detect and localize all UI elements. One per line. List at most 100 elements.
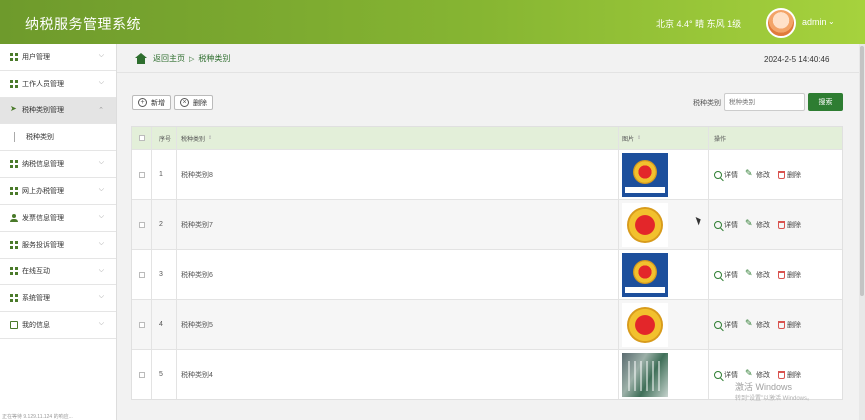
chevron-down-icon: ⌵: [98, 78, 104, 86]
detail-button[interactable]: 详情: [714, 320, 738, 330]
chevron-up-icon: ⌃: [98, 106, 104, 114]
sidebar-item-system[interactable]: 系统管理 ⌵: [0, 285, 116, 313]
grid-icon: [10, 267, 18, 276]
card-icon: [10, 321, 18, 330]
search-icon: [714, 220, 722, 229]
chevron-down-icon: ⌵: [98, 239, 104, 247]
search-input[interactable]: [724, 93, 805, 111]
detail-button[interactable]: 详情: [714, 270, 738, 280]
sort-icon: ⇕: [208, 135, 213, 141]
breadcrumb-separator: ▷: [189, 55, 195, 63]
delete-row-button[interactable]: 删除: [778, 220, 801, 230]
table-row: 2 税种类别7 详情 修改 删除: [132, 199, 842, 249]
edit-label: 修改: [756, 271, 770, 279]
header-index: 序号: [152, 127, 177, 149]
chevron-down-icon[interactable]: ⌄: [828, 17, 835, 26]
search-label: 税种类别: [693, 100, 721, 107]
detail-label: 详情: [724, 171, 738, 179]
sidebar-item-tax-info[interactable]: 纳税信息管理 ⌵: [0, 151, 116, 179]
select-all-checkbox[interactable]: [138, 135, 145, 141]
delete-row-button[interactable]: 删除: [778, 170, 801, 180]
app-title: 纳税服务管理系统: [25, 16, 141, 32]
add-button-label: 新增: [151, 99, 165, 107]
home-icon[interactable]: [135, 53, 147, 64]
status-text: 正在等待 9.129.11.124 的响应...: [2, 414, 73, 420]
sidebar-item-label: 在线互动: [22, 268, 50, 276]
delete-row-button[interactable]: 删除: [778, 270, 801, 280]
delete-row-button[interactable]: 删除: [778, 320, 801, 330]
edit-button[interactable]: 修改: [745, 218, 770, 230]
header-image[interactable]: 图片 ⇕: [619, 127, 709, 149]
row-checkbox[interactable]: [138, 321, 145, 328]
trash-icon: [778, 370, 785, 379]
row-image-cell: [619, 150, 709, 199]
header-name-label: 税种类别: [181, 136, 206, 143]
sidebar-item-staff[interactable]: 工作人员管理 ⌵: [0, 71, 116, 98]
scrollbar-thumb[interactable]: [860, 46, 864, 296]
edit-icon: [745, 368, 754, 379]
row-checkbox[interactable]: [138, 371, 145, 378]
edit-button[interactable]: 修改: [745, 318, 770, 330]
search-icon: [714, 270, 722, 279]
edit-button[interactable]: 修改: [745, 268, 770, 280]
row-checkbox[interactable]: [138, 271, 145, 278]
sidebar-item-interaction[interactable]: 在线互动 ⌵: [0, 259, 116, 286]
activate-windows-watermark: 激活 Windows: [735, 382, 793, 392]
sort-icon: ⇕: [637, 135, 642, 141]
delete-label: 删除: [787, 371, 801, 379]
edit-label: 修改: [756, 371, 770, 379]
sidebar-item-users[interactable]: 用户管理 ⌵: [0, 44, 116, 71]
delete-label: 删除: [787, 171, 801, 179]
tax-emblem-image: [622, 202, 668, 247]
grid-icon: [10, 79, 18, 88]
row-checkbox[interactable]: [138, 171, 145, 178]
row-index: 1: [152, 150, 177, 199]
row-select-cell: [132, 350, 152, 399]
trash-icon: [778, 170, 785, 179]
delete-label: 删除: [787, 321, 801, 329]
row-actions: 详情 修改 删除: [709, 150, 842, 199]
delete-row-button[interactable]: 删除: [778, 370, 801, 380]
detail-button[interactable]: 详情: [714, 370, 738, 380]
emblem: [627, 306, 663, 343]
row-name: 税种类别5: [177, 300, 619, 349]
submenu-item-tax-category[interactable]: 税种类别: [0, 124, 116, 152]
window-pattern: [628, 360, 662, 391]
edit-button[interactable]: 修改: [745, 168, 770, 180]
row-checkbox[interactable]: [138, 221, 145, 228]
row-image-cell: [619, 200, 709, 249]
plane-icon: [10, 104, 18, 114]
user-name[interactable]: admin: [802, 17, 827, 27]
search-button[interactable]: 搜索: [808, 93, 843, 111]
breadcrumb-home[interactable]: 返回主页: [153, 53, 185, 64]
chevron-down-icon: ⌵: [98, 159, 104, 167]
chevron-down-icon: ⌵: [98, 52, 104, 59]
add-button[interactable]: + 新增: [132, 95, 171, 110]
chevron-down-icon: ⌵: [98, 212, 104, 220]
trash-icon: [778, 320, 785, 329]
grid-icon: [10, 187, 18, 196]
edit-label: 修改: [756, 221, 770, 229]
sidebar-item-my-info[interactable]: 我的信息 ⌵: [0, 312, 116, 339]
row-name: 税种类别6: [177, 250, 619, 299]
avatar[interactable]: [766, 8, 796, 38]
delete-button[interactable]: × 删除: [174, 95, 213, 110]
row-index: 5: [152, 350, 177, 399]
row-name: 税种类别7: [177, 200, 619, 249]
row-index: 2: [152, 200, 177, 249]
data-table: 序号 税种类别⇕ 图片⇕ 操作 1 税种类别8 详情 修改 删除 2 税种类别7…: [131, 126, 843, 400]
sidebar: 用户管理 ⌵ 工作人员管理 ⌵ 税种类别管理 ⌃ 税种类别 纳税信息管理 ⌵ 网…: [0, 44, 117, 420]
sidebar-item-complaints[interactable]: 服务投诉管理 ⌵: [0, 232, 116, 259]
sidebar-item-invoice[interactable]: 发票信息管理 ⌵: [0, 205, 116, 232]
sidebar-item-online-tax[interactable]: 网上办税管理 ⌵: [0, 178, 116, 205]
trash-icon: [778, 270, 785, 279]
header-ops: 操作: [714, 136, 727, 143]
trash-icon: [778, 220, 785, 229]
header-name[interactable]: 税种类别 ⇕: [177, 127, 619, 149]
edit-button[interactable]: 修改: [745, 368, 770, 380]
sidebar-item-tax-category[interactable]: 税种类别管理 ⌃: [0, 97, 116, 125]
detail-button[interactable]: 详情: [714, 220, 738, 230]
table-header: 序号 税种类别 ⇕ 图片 ⇕ 操作: [132, 127, 842, 149]
detail-button[interactable]: 详情: [714, 170, 738, 180]
row-actions: 详情 修改 删除: [709, 250, 842, 299]
